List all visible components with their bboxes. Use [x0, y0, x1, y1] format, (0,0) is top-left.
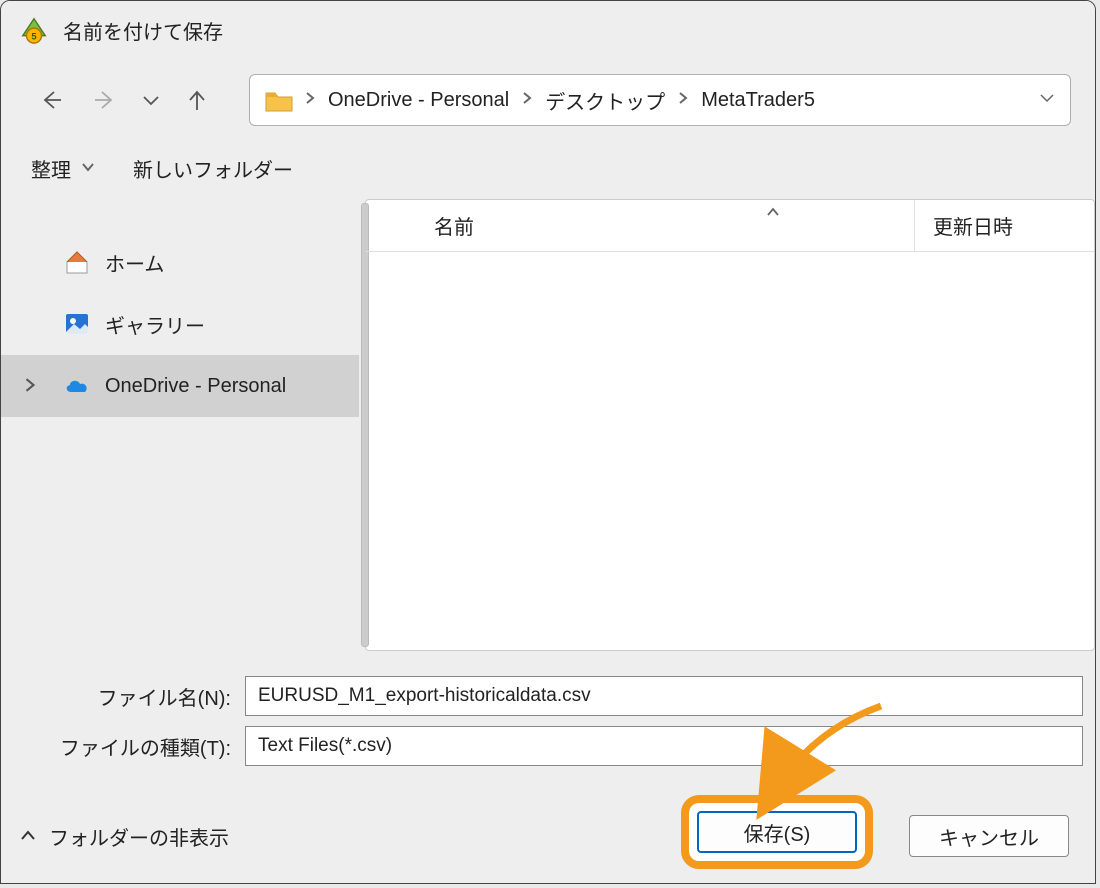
chevron-down-icon — [71, 157, 95, 180]
navigation-row: OneDrive - Personal デスクトップ MetaTrader5 — [1, 59, 1095, 141]
splitter[interactable] — [359, 195, 365, 655]
sidebar: ホーム ギャラリー OneDrive - Personal — [1, 195, 359, 655]
chevron-right-icon[interactable] — [517, 91, 537, 109]
breadcrumb-item[interactable]: デスクトップ — [537, 86, 673, 115]
file-fields: ファイル名(N): ファイルの種類(T): Text Files(*.csv) — [1, 655, 1095, 777]
organize-label: 整理 — [31, 154, 71, 183]
content-area: ホーム ギャラリー OneDrive - Personal — [1, 195, 1095, 655]
save-as-dialog: 5 名前を付けて保存 OneDrive - Personal デスクトップ — [0, 0, 1096, 884]
breadcrumb-item[interactable]: OneDrive - Personal — [320, 89, 517, 112]
annotation-highlight: 保存(S) — [681, 795, 873, 869]
new-folder-label: 新しいフォルダー — [133, 154, 293, 183]
onedrive-icon — [63, 372, 91, 400]
back-button[interactable] — [31, 80, 71, 120]
filetype-value: Text Files(*.csv) — [258, 735, 392, 757]
filetype-select[interactable]: Text Files(*.csv) — [245, 726, 1083, 766]
cancel-button[interactable]: キャンセル — [909, 815, 1069, 857]
history-dropdown[interactable] — [139, 80, 163, 120]
sidebar-item-onedrive[interactable]: OneDrive - Personal — [1, 355, 359, 417]
filetype-row: ファイルの種類(T): Text Files(*.csv) — [13, 721, 1083, 771]
title-bar: 5 名前を付けて保存 — [1, 1, 1095, 59]
breadcrumb-item[interactable]: MetaTrader5 — [693, 89, 823, 112]
footer: フォルダーの非表示 保存(S) キャンセル — [1, 789, 1095, 883]
address-dropdown[interactable] — [1038, 89, 1056, 112]
chevron-right-icon[interactable] — [23, 375, 41, 398]
filename-label: ファイル名(N): — [13, 682, 245, 711]
sidebar-label: ホーム — [105, 248, 164, 277]
forward-button[interactable] — [85, 80, 125, 120]
chevron-right-icon[interactable] — [300, 91, 320, 109]
sidebar-label: ギャラリー — [105, 310, 205, 339]
gallery-icon — [63, 310, 91, 338]
column-header-name[interactable]: 名前 — [366, 211, 914, 240]
sidebar-item-gallery[interactable]: ギャラリー — [1, 293, 359, 355]
home-icon — [63, 248, 91, 276]
filetype-label: ファイルの種類(T): — [13, 732, 245, 761]
sort-indicator-icon — [766, 204, 780, 222]
sidebar-label: OneDrive - Personal — [105, 375, 286, 398]
folder-icon — [264, 87, 294, 113]
toolbar: 整理 新しいフォルダー — [1, 141, 1095, 195]
chevron-right-icon[interactable] — [673, 91, 693, 109]
hide-folders-label: フォルダーの非表示 — [49, 822, 229, 851]
sidebar-item-home[interactable]: ホーム — [1, 231, 359, 293]
window-title: 名前を付けて保存 — [63, 16, 223, 45]
filename-input[interactable] — [245, 676, 1083, 716]
hide-folders-toggle[interactable]: フォルダーの非表示 — [19, 822, 229, 851]
svg-text:5: 5 — [31, 31, 36, 41]
new-folder-button[interactable]: 新しいフォルダー — [133, 154, 293, 183]
column-header-date[interactable]: 更新日時 — [914, 200, 1094, 251]
up-button[interactable] — [177, 80, 217, 120]
filename-row: ファイル名(N): — [13, 671, 1083, 721]
file-list-header: 名前 更新日時 — [366, 200, 1094, 252]
save-button[interactable]: 保存(S) — [697, 811, 857, 853]
chevron-up-icon — [19, 827, 37, 845]
app-icon: 5 — [19, 15, 49, 45]
file-list-pane[interactable]: 名前 更新日時 — [365, 199, 1095, 651]
address-bar[interactable]: OneDrive - Personal デスクトップ MetaTrader5 — [249, 74, 1071, 126]
organize-menu[interactable]: 整理 — [31, 154, 95, 183]
